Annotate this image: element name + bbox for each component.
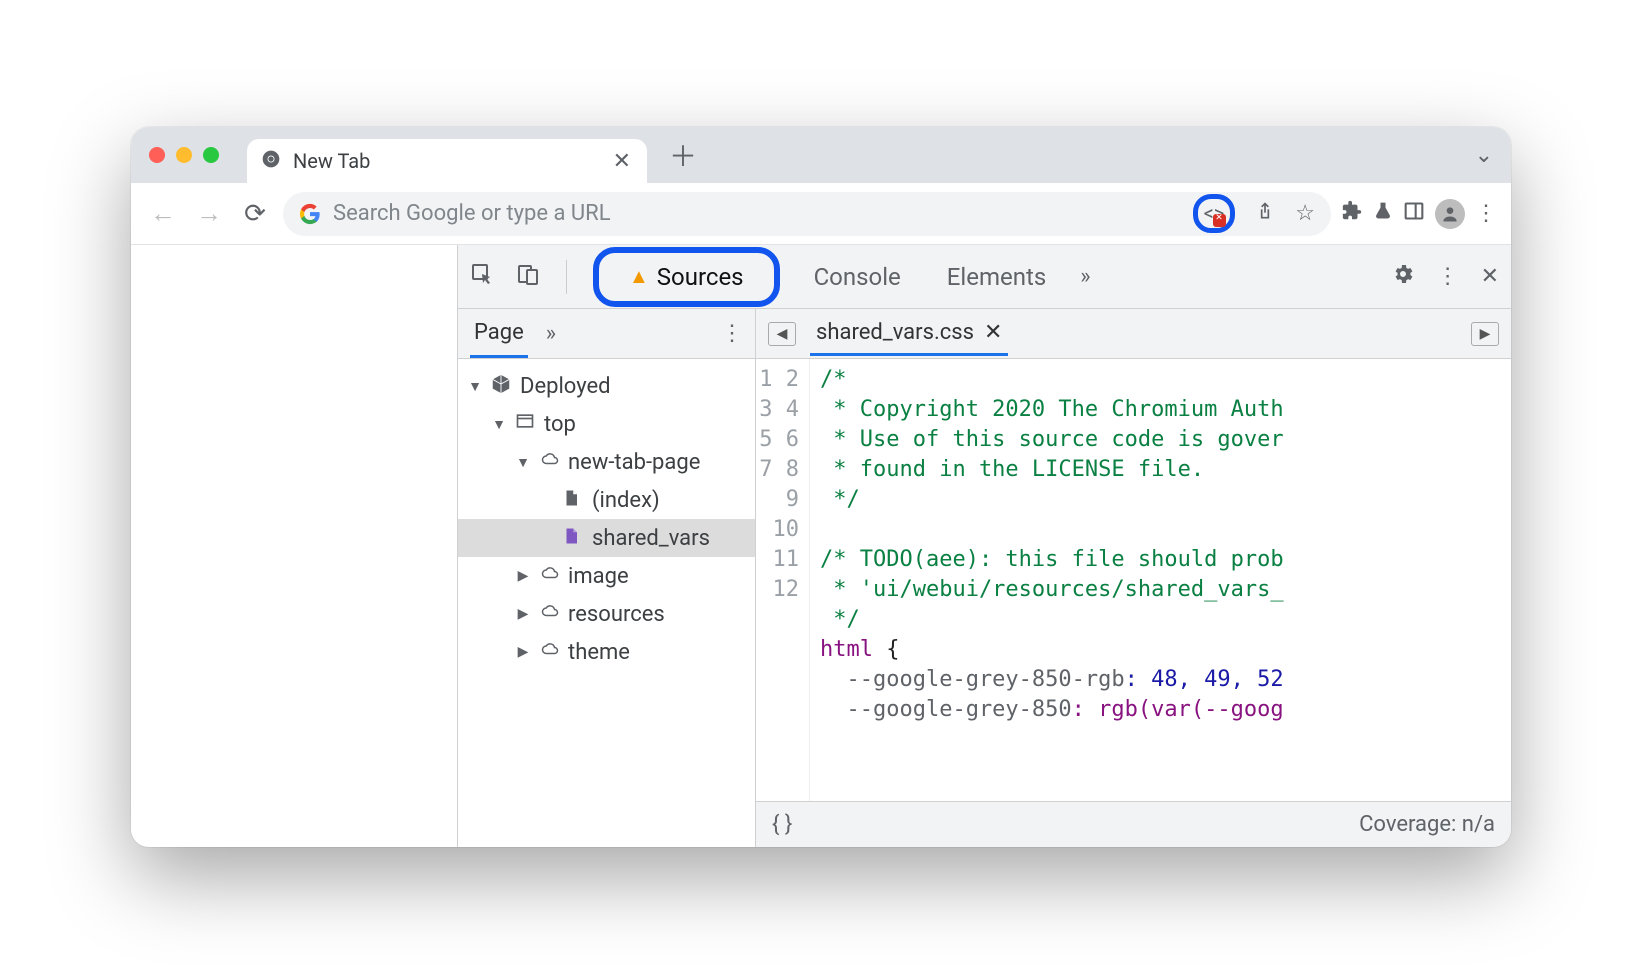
editor-footer: { } Coverage: n/a — [756, 801, 1511, 847]
tree-label: top — [544, 412, 576, 437]
tree-label: (index) — [592, 488, 660, 513]
warning-triangle-icon: ▲ — [629, 264, 649, 289]
devtools-code-icon[interactable]: <> — [1204, 201, 1225, 225]
tree-node-image[interactable]: ▶ image — [458, 557, 755, 595]
devtools-kebab-icon[interactable]: ⋮ — [1437, 264, 1459, 289]
side-panel-icon[interactable] — [1403, 201, 1425, 227]
reload-icon[interactable]: ⟳ — [237, 199, 273, 229]
sources-tab-highlight: ▲ Sources — [593, 247, 780, 307]
pretty-print-icon[interactable]: { } — [772, 812, 792, 837]
tab-title: New Tab — [293, 149, 370, 173]
profile-avatar[interactable] — [1435, 199, 1465, 229]
close-devtools-icon[interactable]: ✕ — [1481, 264, 1499, 289]
tab-console[interactable]: Console — [802, 257, 913, 297]
tree-node-shared-vars[interactable]: shared_vars — [458, 519, 755, 557]
tab-list-chevron-icon[interactable]: ⌄ — [1475, 143, 1493, 168]
code-content: /* * Copyright 2020 The Chromium Auth * … — [810, 359, 1511, 801]
new-tab-button[interactable]: ＋ — [669, 135, 697, 175]
frame-icon — [514, 411, 536, 437]
line-gutter: 1 2 3 4 5 6 7 8 9 10 11 12 — [756, 359, 810, 801]
code-editor[interactable]: 1 2 3 4 5 6 7 8 9 10 11 12 /* * Copyrigh… — [756, 359, 1511, 801]
more-navigator-tabs-icon[interactable]: » — [546, 321, 556, 346]
tree-label: resources — [568, 602, 665, 627]
address-bar[interactable]: Search Google or type a URL <> ☆ — [283, 192, 1331, 236]
coverage-label: Coverage: n/a — [1359, 812, 1495, 837]
bookmark-star-icon[interactable]: ☆ — [1295, 201, 1315, 226]
collapse-triangle-icon: ▼ — [468, 378, 482, 395]
window-controls — [149, 147, 219, 163]
error-badge-icon — [1213, 214, 1226, 227]
share-icon[interactable] — [1255, 200, 1275, 228]
tree-label: new-tab-page — [568, 450, 700, 475]
cloud-icon — [538, 639, 560, 665]
page-viewport — [131, 245, 457, 847]
tab-sources[interactable]: ▲ Sources — [617, 257, 756, 297]
show-navigator-icon[interactable]: ◀ — [768, 322, 796, 346]
kebab-menu-icon[interactable]: ⋮ — [1475, 201, 1497, 226]
file-icon — [562, 487, 584, 513]
expand-triangle-icon: ▶ — [516, 568, 530, 584]
cloud-icon — [538, 601, 560, 627]
browser-toolbar: ← → ⟳ Search Google or type a URL <> ☆ — [131, 183, 1511, 245]
collapse-triangle-icon: ▼ — [516, 454, 530, 471]
close-tab-icon[interactable]: ✕ — [613, 149, 631, 174]
browser-tab[interactable]: New Tab ✕ — [247, 139, 647, 183]
cloud-icon — [538, 449, 560, 475]
tree-label: image — [568, 564, 629, 589]
expand-triangle-icon: ▶ — [516, 644, 530, 660]
close-window-button[interactable] — [149, 147, 165, 163]
editor-tabbar: ◀ shared_vars.css ✕ ▶ — [756, 309, 1511, 359]
more-tabs-chevron-icon[interactable]: » — [1080, 264, 1090, 289]
inspect-element-icon[interactable] — [470, 262, 494, 292]
navigator-tab-page[interactable]: Page — [470, 310, 528, 358]
omnibox-right-icons: <> ☆ — [1193, 194, 1315, 233]
tree-node-top[interactable]: ▼ top — [458, 405, 755, 443]
css-file-icon — [562, 525, 584, 551]
tab-elements[interactable]: Elements — [935, 257, 1058, 297]
devtools-panel: ▲ Sources Console Elements » ⋮ ✕ — [457, 245, 1511, 847]
extensions-puzzle-icon[interactable] — [1341, 200, 1363, 228]
navigator-header: Page » ⋮ — [458, 309, 755, 359]
cloud-icon — [538, 563, 560, 589]
minimize-window-button[interactable] — [176, 147, 192, 163]
expand-triangle-icon: ▶ — [516, 606, 530, 622]
tree-label: Deployed — [520, 374, 611, 399]
navigator-pane: Page » ⋮ ▼ Deployed ▼ top — [458, 309, 756, 847]
navigator-kebab-icon[interactable]: ⋮ — [721, 321, 743, 346]
fullscreen-window-button[interactable] — [203, 147, 219, 163]
settings-gear-icon[interactable] — [1391, 262, 1415, 292]
chrome-icon — [261, 149, 281, 174]
sources-body: Page » ⋮ ▼ Deployed ▼ top — [458, 309, 1511, 847]
device-toggle-icon[interactable] — [516, 262, 540, 292]
forward-icon[interactable]: → — [191, 198, 227, 229]
tab-sources-label: Sources — [657, 263, 744, 291]
tree-label: theme — [568, 640, 630, 665]
separator — [566, 260, 567, 294]
collapse-triangle-icon: ▼ — [492, 416, 506, 433]
close-file-tab-icon[interactable]: ✕ — [984, 320, 1002, 345]
editor-pane: ◀ shared_vars.css ✕ ▶ 1 2 3 4 5 6 7 8 9 … — [756, 309, 1511, 847]
tree-node-index[interactable]: (index) — [458, 481, 755, 519]
tab-strip: New Tab ✕ ＋ ⌄ — [131, 127, 1511, 183]
labs-flask-icon[interactable] — [1373, 200, 1393, 228]
tree-label: shared_vars — [592, 526, 710, 551]
show-debugger-icon[interactable]: ▶ — [1471, 322, 1499, 346]
google-g-icon — [299, 203, 321, 225]
cube-icon — [490, 373, 512, 399]
omnibox-placeholder: Search Google or type a URL — [333, 201, 611, 226]
devtools-extension-highlight: <> — [1193, 194, 1236, 233]
tree-node-theme[interactable]: ▶ theme — [458, 633, 755, 671]
file-tree: ▼ Deployed ▼ top ▼ new-tab-page — [458, 359, 755, 847]
content-area: ▲ Sources Console Elements » ⋮ ✕ — [131, 245, 1511, 847]
tree-node-new-tab-page[interactable]: ▼ new-tab-page — [458, 443, 755, 481]
file-tab-label: shared_vars.css — [816, 320, 974, 345]
tree-node-resources[interactable]: ▶ resources — [458, 595, 755, 633]
back-icon[interactable]: ← — [145, 198, 181, 229]
devtools-tabbar: ▲ Sources Console Elements » ⋮ ✕ — [458, 245, 1511, 309]
browser-window: New Tab ✕ ＋ ⌄ ← → ⟳ Search Google or typ… — [131, 127, 1511, 847]
open-file-tab[interactable]: shared_vars.css ✕ — [810, 312, 1008, 356]
tree-node-deployed[interactable]: ▼ Deployed — [458, 367, 755, 405]
